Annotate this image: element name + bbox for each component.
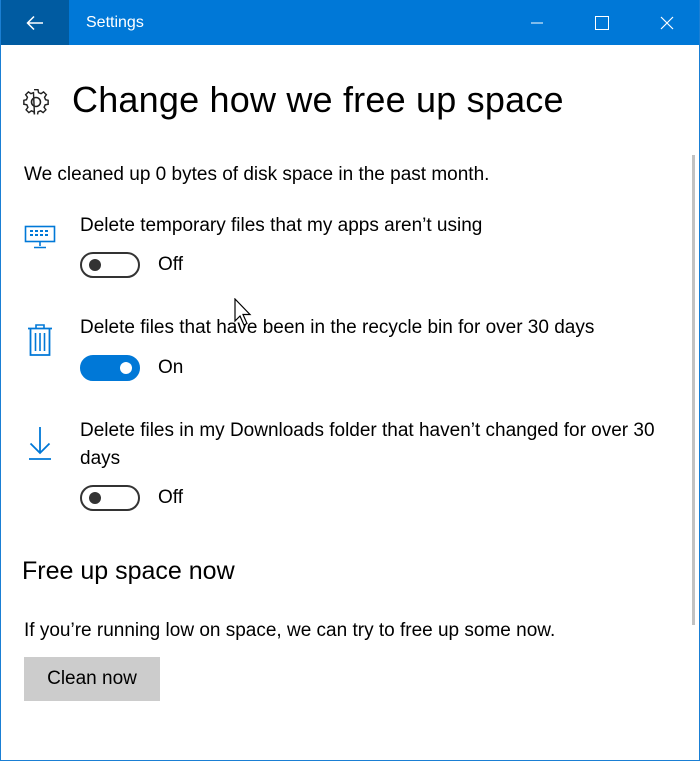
recycle-bin-toggle[interactable] [80, 355, 140, 381]
temp-files-toggle-state: Off [158, 254, 183, 275]
page-header [21, 78, 51, 126]
scrollbar[interactable] [692, 155, 695, 625]
app-title: Settings [86, 14, 144, 31]
settings-window: Settings Change how we free up space We … [0, 0, 700, 761]
monitor-icon [23, 220, 57, 254]
toggle-knob [89, 492, 101, 504]
close-button[interactable] [635, 0, 699, 45]
toggle-knob [120, 362, 132, 374]
free-up-space-now-heading: Free up space now [22, 557, 235, 585]
option-recycle-bin-label: Delete files that have been in the recyc… [80, 317, 595, 338]
back-arrow-icon [26, 15, 43, 30]
clean-now-button[interactable]: Clean now [24, 657, 160, 701]
downloads-toggle[interactable] [80, 485, 140, 511]
page-title: Change how we free up space [72, 79, 564, 120]
maximize-icon [595, 15, 609, 30]
maximize-button[interactable] [570, 0, 634, 45]
download-icon [23, 426, 57, 460]
back-button[interactable] [1, 0, 69, 45]
mouse-cursor-icon [234, 298, 252, 326]
minimize-icon [531, 22, 543, 23]
title-bar: Settings [1, 0, 699, 45]
low-space-description: If you’re running low on space, we can t… [24, 620, 556, 641]
option-downloads-label: Delete files in my Downloads folder that… [80, 420, 655, 469]
option-temp-files-label: Delete temporary files that my apps aren… [80, 215, 483, 236]
temp-files-toggle[interactable] [80, 252, 140, 278]
cleaned-summary: We cleaned up 0 bytes of disk space in t… [24, 164, 490, 185]
minimize-button[interactable] [505, 0, 569, 45]
downloads-toggle-state: Off [158, 487, 183, 508]
close-icon [660, 16, 674, 29]
gear-icon [23, 88, 49, 115]
recycle-bin-toggle-state: On [158, 357, 184, 378]
trash-icon [23, 323, 57, 357]
toggle-knob [89, 259, 101, 271]
